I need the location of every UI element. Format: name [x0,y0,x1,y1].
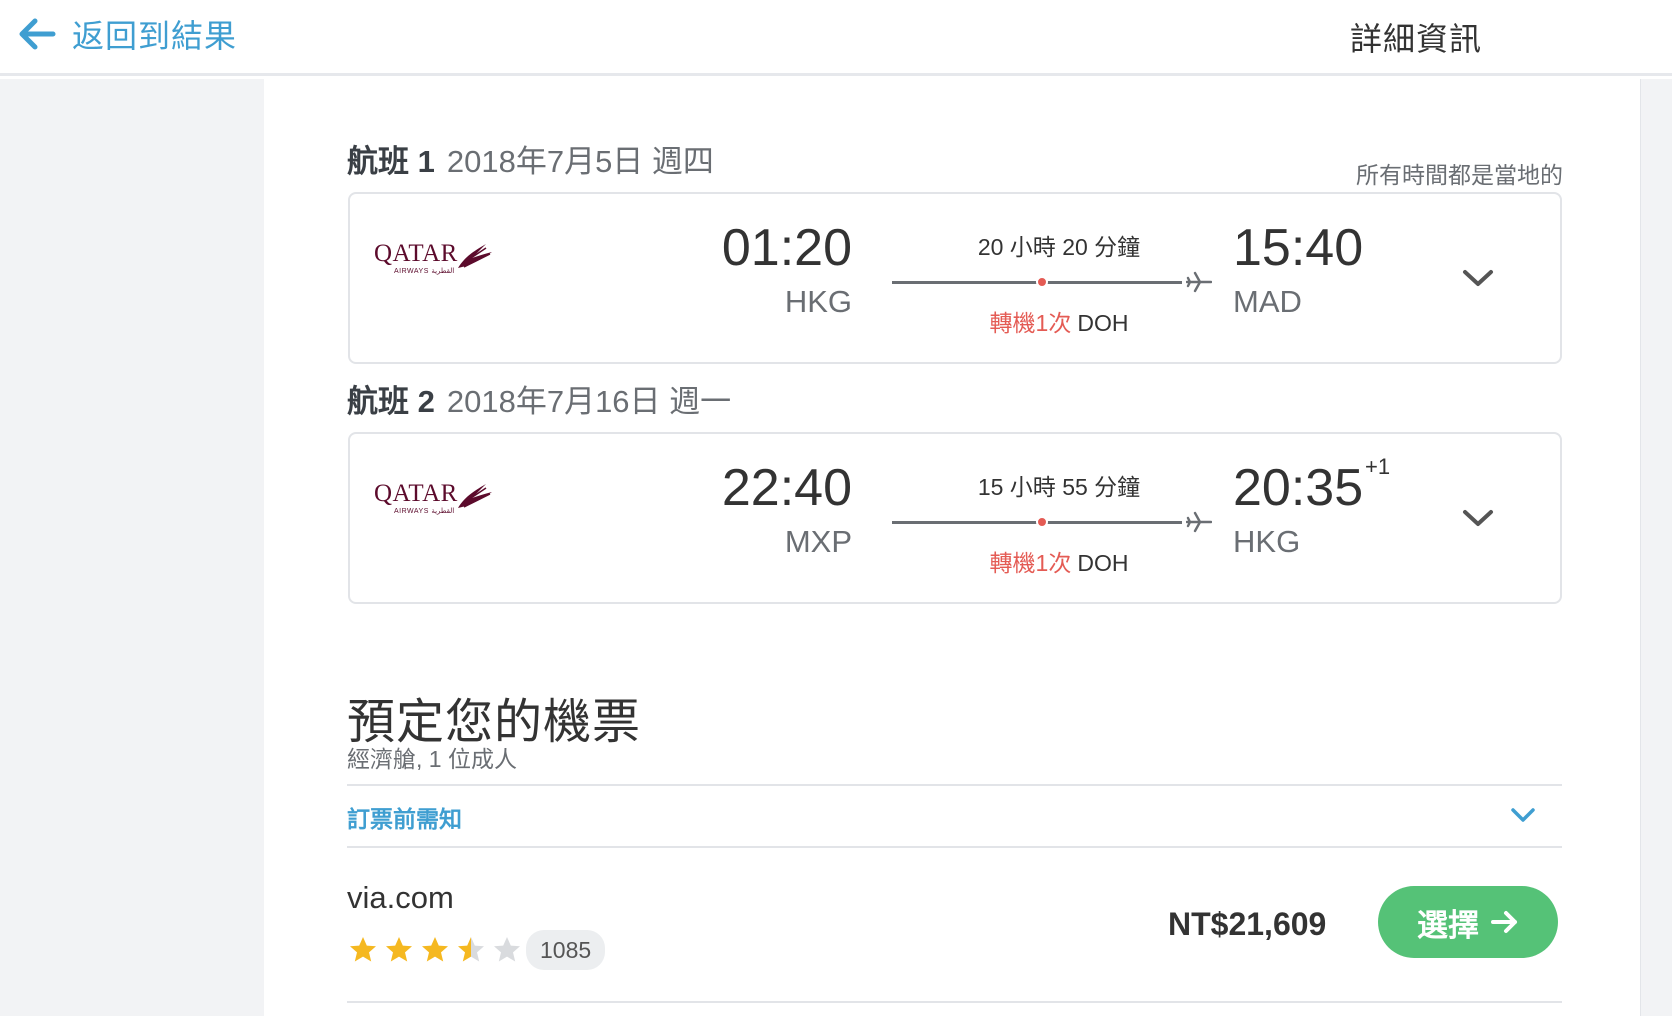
chevron-down-icon[interactable] [1460,506,1496,530]
top-bar: 返回到結果 詳細資訊 [0,0,1672,76]
review-count-badge: 1085 [526,930,606,970]
arrival-airport: HKG [1233,524,1301,559]
airplane-icon [1186,511,1212,533]
back-to-results-button[interactable]: 返回到結果 [18,12,237,56]
flight-duration: 20 小時 20 分鐘 [977,234,1141,260]
divider [347,846,1562,848]
arrow-right-icon [1491,911,1517,933]
stops-info: 轉機1次 DOH [908,304,1210,338]
airplane-icon [1186,271,1212,293]
stop-airport: DOH [1077,550,1129,576]
local-time-note: 所有時間都是當地的 [1356,162,1563,188]
airline-logo: QATAR AIRWAYS القطرية [374,480,494,520]
stop-airport: DOH [1077,310,1129,336]
leg-label: 航班 1 [347,144,435,179]
airline-name: QATAR [374,240,458,267]
leg-2-header: 航班 2 2018年7月16日 週一 [347,376,731,421]
stops-count: 轉機1次 [989,550,1072,576]
star-icon [350,937,376,962]
star-icon [422,937,448,962]
arrival-airport: MAD [1233,284,1302,319]
next-day-badge: +1 [1365,454,1391,479]
departure-time: 22:40 [721,459,852,517]
flight-duration: 15 小時 55 分鐘 [977,474,1141,500]
star-icon [386,937,412,962]
leg-date: 2018年7月5日 週四 [446,144,714,179]
stops-count: 轉機1次 [989,310,1072,336]
flight-card-1[interactable]: QATAR AIRWAYS القطرية 01:20 HKG 20 小時 20… [348,192,1562,364]
left-sidebar [0,79,264,1016]
booking-notice-toggle[interactable]: 訂票前需知 [347,800,462,834]
divider [347,1001,1562,1003]
departure-airport: MXP [784,524,852,559]
arrival-time: 15:40 [1233,219,1364,277]
chevron-down-icon[interactable] [1510,806,1536,824]
airline-name: QATAR [374,480,458,507]
route-line [892,511,1222,533]
chevron-down-icon[interactable] [1460,266,1496,290]
stop-dot [1036,516,1048,528]
airline-logo: QATAR AIRWAYS القطرية [374,240,494,280]
rating-stars [348,935,528,965]
oryx-icon [458,244,492,268]
stop-dot [1036,276,1048,288]
airline-subtext: AIRWAYS القطرية [394,508,455,515]
airline-subtext: AIRWAYS القطرية [394,268,455,275]
star-icon [458,937,484,962]
flight-card-2[interactable]: QATAR AIRWAYS القطرية 22:40 MXP 15 小時 55… [348,432,1562,604]
select-button[interactable]: 選擇 [1378,886,1558,958]
arrival-time: 20:35 [1233,459,1364,517]
page-title: 詳細資訊 [1350,21,1483,57]
star-icon [494,937,520,962]
oryx-icon [458,484,492,508]
right-panel-edge [1640,79,1672,1016]
divider [347,784,1562,786]
departure-airport: HKG [784,284,852,319]
leg-label: 航班 2 [347,384,435,419]
select-label: 選擇 [1417,907,1479,943]
leg-date: 2018年7月16日 週一 [446,384,732,419]
departure-time: 01:20 [721,219,852,277]
stops-info: 轉機1次 DOH [908,544,1210,578]
back-label: 返回到結果 [72,18,238,54]
ticket-price: NT$21,609 [1168,906,1327,942]
booking-subtitle: 經濟艙, 1 位成人 [347,746,517,772]
route-line [892,271,1222,293]
leg-1-header: 航班 1 2018年7月5日 週四 [347,136,714,181]
arrow-left-icon [19,18,56,50]
provider-name[interactable]: via.com [347,880,454,916]
